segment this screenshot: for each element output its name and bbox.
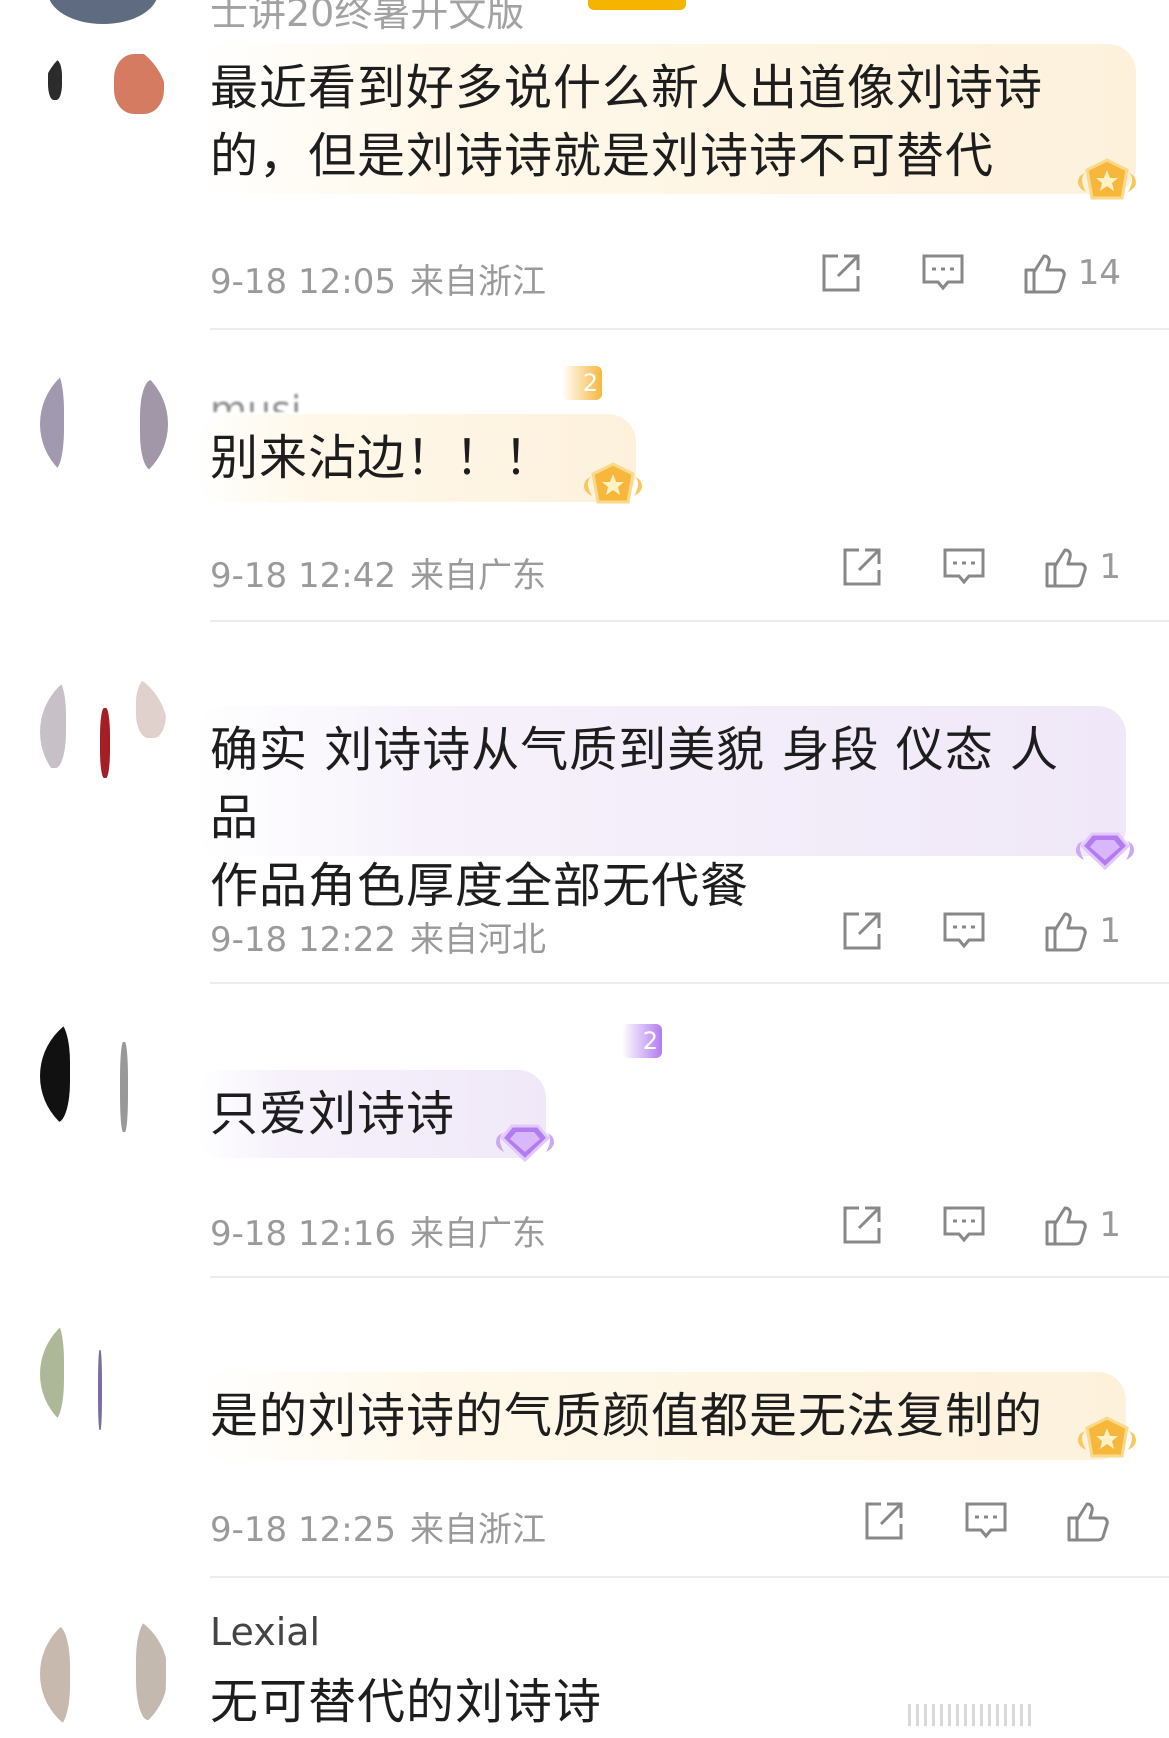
reply-button[interactable] [920, 250, 966, 296]
thumbs-up-icon [1045, 548, 1088, 588]
comment-text: 别来沾边！！！ [210, 430, 554, 486]
comment-bubble: 别来沾边！！！ [196, 414, 636, 502]
gold-badge-icon [1078, 158, 1136, 200]
share-button[interactable] [839, 544, 885, 590]
like-count: 1 [1099, 911, 1121, 951]
like-button[interactable]: 1 [1043, 1202, 1121, 1248]
comment-icon [943, 1206, 985, 1243]
gold-badge-icon [584, 462, 642, 504]
avatar[interactable] [40, 1310, 168, 1438]
comment-date: 9-18 12:22 [210, 920, 396, 960]
like-count: 1 [1099, 1205, 1121, 1245]
comment-actions: 1 [783, 1202, 1121, 1248]
comment-meta: 9-18 12:05 来自浙江 [210, 254, 546, 303]
like-button[interactable]: 14 [1022, 250, 1121, 296]
divider [210, 1576, 1169, 1578]
comment-text: 无可替代的刘诗诗 [210, 1674, 603, 1730]
comment-location: 来自广东 [409, 556, 546, 596]
share-button[interactable] [861, 1498, 907, 1544]
avatar[interactable] [40, 1610, 168, 1738]
comment-meta: 9-18 12:25 来自浙江 [210, 1502, 546, 1551]
comment-location: 来自浙江 [409, 262, 546, 302]
comment-meta: 9-18 12:42 来自广东 [210, 548, 546, 597]
comment-location: 来自河北 [409, 920, 546, 960]
comment-text: 最近看到好多说什么新人出道像刘诗诗 的，但是刘诗诗就是刘诗诗不可替代 [210, 60, 1044, 184]
avatar[interactable] [40, 360, 168, 488]
divider [210, 982, 1169, 984]
comment-bubble: 是的刘诗诗的气质颜值都是无法复制的 [196, 1372, 1126, 1460]
comment-text: 确实 刘诗诗从气质到美貌 身段 仪态 人品 作品角色厚度全部无代餐 [210, 722, 1060, 914]
comment-meta: 9-18 12:16 来自广东 [210, 1206, 546, 1255]
reply-button[interactable] [963, 1498, 1009, 1544]
comment-text: 是的刘诗诗的气质颜值都是无法复制的 [210, 1388, 1044, 1444]
comment-bubble: 最近看到好多说什么新人出道像刘诗诗 的，但是刘诗诗就是刘诗诗不可替代 [196, 44, 1136, 194]
watermark-bars [908, 1704, 1168, 1726]
share-icon [843, 912, 881, 950]
comment-actions: 1 [783, 908, 1121, 954]
thumbs-up-icon [1045, 1206, 1088, 1246]
comment-text: 只爱刘诗诗 [210, 1086, 456, 1142]
share-icon [822, 254, 860, 292]
avatar[interactable] [40, 668, 168, 796]
divider [210, 620, 1169, 622]
comment-icon [943, 548, 985, 585]
divider [210, 1276, 1169, 1278]
comment-date: 9-18 12:05 [210, 262, 396, 302]
top-partial-level-tag [588, 0, 686, 10]
purple-badge-icon [496, 1124, 554, 1163]
like-button[interactable] [1065, 1498, 1121, 1544]
comment-actions [805, 1498, 1121, 1544]
comment-actions: 14 [762, 250, 1121, 296]
share-icon [865, 1502, 903, 1540]
comment-actions: 1 [783, 544, 1121, 590]
share-icon [843, 548, 881, 586]
username[interactable]: Lexial [210, 1610, 320, 1654]
comment-location: 来自广东 [409, 1214, 546, 1254]
share-button[interactable] [839, 1202, 885, 1248]
comment-icon [943, 912, 985, 949]
share-button[interactable] [818, 250, 864, 296]
like-count: 1 [1099, 547, 1121, 587]
username[interactable]: mus​j [210, 388, 301, 412]
purple-badge-icon [1076, 832, 1134, 871]
comment-icon [922, 254, 964, 291]
thumbs-up-icon [1067, 1502, 1109, 1542]
comment-location: 来自浙江 [409, 1510, 546, 1550]
reply-button[interactable] [941, 544, 987, 590]
thumbs-up-icon [1045, 912, 1088, 952]
gold-badge-icon [1078, 1416, 1136, 1458]
avatar[interactable] [40, 1012, 168, 1140]
level-tag: 2 [562, 366, 602, 400]
thumbs-up-icon [1024, 254, 1066, 294]
reply-button[interactable] [941, 1202, 987, 1248]
top-partial-username: 士讲20终暑开文版 [210, 0, 525, 35]
comment-date: 9-18 12:42 [210, 556, 396, 596]
avatar[interactable] [40, 40, 168, 168]
like-count: 14 [1077, 253, 1121, 293]
comment-bubble: 确实 刘诗诗从气质到美貌 身段 仪态 人品 作品角色厚度全部无代餐 [196, 706, 1126, 914]
comment-date: 9-18 12:16 [210, 1214, 396, 1254]
level-tag: 2 [622, 1024, 662, 1058]
top-partial-avatar[interactable] [48, 0, 158, 24]
share-button[interactable] [839, 908, 885, 954]
like-button[interactable]: 1 [1043, 544, 1121, 590]
comment-meta: 9-18 12:22 来自河北 [210, 912, 546, 961]
share-icon [843, 1206, 881, 1244]
like-button[interactable]: 1 [1043, 908, 1121, 954]
reply-button[interactable] [941, 908, 987, 954]
comment-icon [965, 1502, 1007, 1539]
divider [210, 328, 1169, 330]
comment-date: 9-18 12:25 [210, 1510, 396, 1550]
